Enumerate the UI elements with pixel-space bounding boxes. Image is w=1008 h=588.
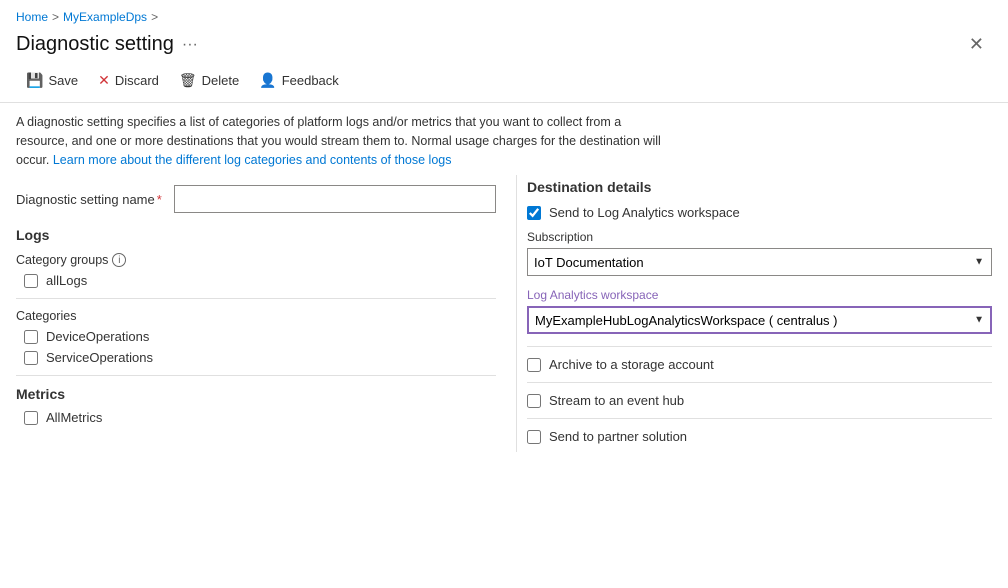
discard-icon: ✕ xyxy=(98,72,110,89)
categories-label: Categories xyxy=(16,309,496,323)
destination-section-title: Destination details xyxy=(527,179,992,195)
subscription-group: Subscription IoT Documentation ▼ xyxy=(527,230,992,276)
workspace-group: Log Analytics workspace MyExampleHubLogA… xyxy=(527,288,992,334)
dest-divider-3 xyxy=(527,418,992,419)
eventhub-checkbox[interactable] xyxy=(527,394,541,408)
workspace-select[interactable]: MyExampleHubLogAnalyticsWorkspace ( cent… xyxy=(527,306,992,334)
allmetrics-checkbox[interactable] xyxy=(24,411,38,425)
alllogs-checkbox[interactable] xyxy=(24,274,38,288)
deviceoperations-label[interactable]: DeviceOperations xyxy=(46,329,149,344)
name-label: Diagnostic setting name* xyxy=(16,192,162,207)
subscription-select[interactable]: IoT Documentation xyxy=(527,248,992,276)
left-panel: Diagnostic setting name* Logs Category g… xyxy=(16,175,516,452)
serviceoperations-checkbox[interactable] xyxy=(24,351,38,365)
partner-label[interactable]: Send to partner solution xyxy=(549,429,687,444)
workspace-dropdown-wrapper: MyExampleHubLogAnalyticsWorkspace ( cent… xyxy=(527,306,992,334)
breadcrumb-myexampledps[interactable]: MyExampleDps xyxy=(63,10,147,24)
serviceoperations-label[interactable]: ServiceOperations xyxy=(46,350,153,365)
partner-option: Send to partner solution xyxy=(527,429,992,444)
category-groups-label: Category groups i xyxy=(16,253,496,267)
dest-divider-2 xyxy=(527,382,992,383)
delete-button[interactable]: 🗑 Delete xyxy=(169,67,249,94)
storage-checkbox[interactable] xyxy=(527,358,541,372)
feedback-button[interactable]: 👤 Feedback xyxy=(249,67,349,94)
alllogs-row: allLogs xyxy=(24,273,496,288)
delete-icon: 🗑 xyxy=(179,72,197,89)
right-panel: Destination details Send to Log Analytic… xyxy=(516,175,992,452)
category-groups-info-icon[interactable]: i xyxy=(112,253,126,267)
dest-divider-1 xyxy=(527,346,992,347)
log-analytics-checkbox[interactable] xyxy=(527,206,541,220)
serviceoperations-row: ServiceOperations xyxy=(24,350,496,365)
page-title: Diagnostic setting xyxy=(16,33,174,56)
partner-checkbox[interactable] xyxy=(527,430,541,444)
delete-label: Delete xyxy=(202,73,240,88)
form-area: Diagnostic setting name* Logs Category g… xyxy=(0,175,1008,452)
name-input[interactable] xyxy=(174,185,496,213)
deviceoperations-checkbox[interactable] xyxy=(24,330,38,344)
workspace-label: Log Analytics workspace xyxy=(527,288,992,302)
close-button[interactable]: ✕ xyxy=(961,30,992,59)
feedback-icon: 👤 xyxy=(259,72,276,89)
metrics-section-title: Metrics xyxy=(16,386,496,402)
discard-label: Discard xyxy=(115,73,159,88)
deviceoperations-row: DeviceOperations xyxy=(24,329,496,344)
toolbar: 💾 Save ✕ Discard 🗑 Delete 👤 Feedback xyxy=(0,59,1008,103)
header-title-group: Diagnostic setting ··· xyxy=(16,33,198,56)
save-icon: 💾 xyxy=(26,72,43,89)
subscription-dropdown-wrapper: IoT Documentation ▼ xyxy=(527,248,992,276)
feedback-label: Feedback xyxy=(282,73,339,88)
save-button[interactable]: 💾 Save xyxy=(16,67,88,94)
log-analytics-option: Send to Log Analytics workspace xyxy=(527,205,992,220)
log-analytics-label[interactable]: Send to Log Analytics workspace xyxy=(549,205,740,220)
learn-more-link[interactable]: Learn more about the different log categ… xyxy=(53,153,452,167)
page-header: Diagnostic setting ··· ✕ xyxy=(0,28,1008,59)
eventhub-label[interactable]: Stream to an event hub xyxy=(549,393,684,408)
eventhub-option: Stream to an event hub xyxy=(527,393,992,408)
logs-divider-1 xyxy=(16,298,496,299)
subscription-label: Subscription xyxy=(527,230,992,244)
storage-option: Archive to a storage account xyxy=(527,357,992,372)
alllogs-label[interactable]: allLogs xyxy=(46,273,87,288)
logs-section-title: Logs xyxy=(16,227,496,243)
name-field-row: Diagnostic setting name* xyxy=(16,185,496,213)
page: Home > MyExampleDps > Diagnostic setting… xyxy=(0,0,1008,588)
save-label: Save xyxy=(48,73,78,88)
breadcrumb: Home > MyExampleDps > xyxy=(0,0,1008,28)
discard-button[interactable]: ✕ Discard xyxy=(88,67,169,94)
breadcrumb-home[interactable]: Home xyxy=(16,10,48,24)
allmetrics-label[interactable]: AllMetrics xyxy=(46,410,102,425)
allmetrics-row: AllMetrics xyxy=(24,410,496,425)
storage-label[interactable]: Archive to a storage account xyxy=(549,357,714,372)
description-text: A diagnostic setting specifies a list of… xyxy=(0,103,680,175)
header-ellipsis[interactable]: ··· xyxy=(182,36,198,54)
logs-divider-2 xyxy=(16,375,496,376)
